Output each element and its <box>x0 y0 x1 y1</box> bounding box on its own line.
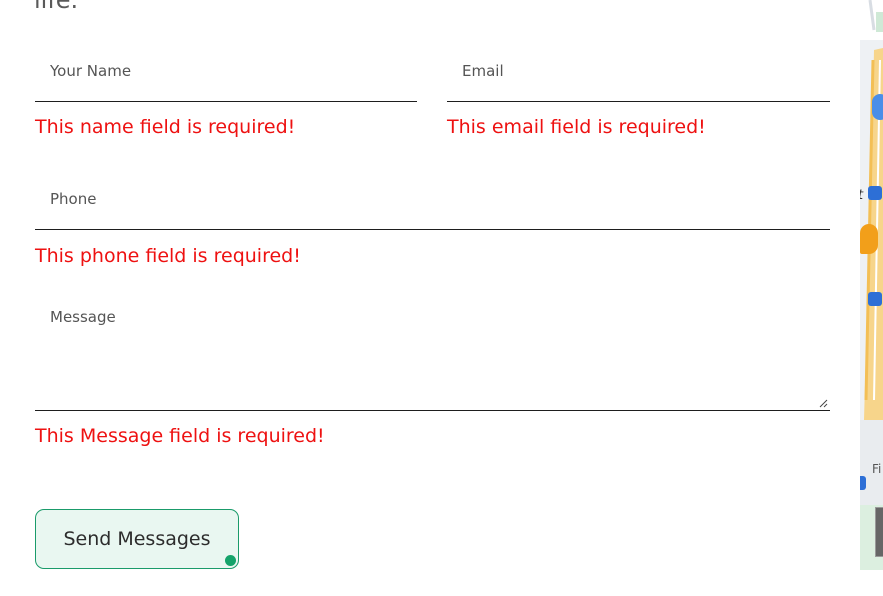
phone-input[interactable]: Phone <box>35 172 830 230</box>
phone-placeholder: Phone <box>50 190 97 208</box>
message-error: This Message field is required! <box>35 425 325 447</box>
place-pin-icon[interactable] <box>872 94 883 120</box>
message-textarea[interactable]: Message <box>35 290 830 411</box>
name-error: This name field is required! <box>35 116 296 138</box>
send-messages-label: Send Messages <box>63 528 211 550</box>
name-input[interactable]: Your Name <box>35 44 417 102</box>
name-placeholder: Your Name <box>50 62 132 80</box>
status-dot-icon <box>225 555 236 566</box>
intro-text-tail: life. <box>34 0 79 14</box>
phone-error: This phone field is required! <box>35 245 301 267</box>
send-messages-button[interactable]: Send Messages <box>35 509 239 569</box>
street-view-thumbnail[interactable] <box>875 507 883 557</box>
transit-stop-icon[interactable] <box>868 186 882 200</box>
email-input[interactable]: Email <box>447 44 830 102</box>
message-placeholder: Message <box>50 308 116 326</box>
transit-stop-icon-3[interactable] <box>860 476 866 490</box>
resize-handle-icon[interactable] <box>818 398 828 408</box>
bar-pin-icon[interactable] <box>860 224 878 254</box>
email-error: This email field is required! <box>447 116 706 138</box>
email-placeholder: Email <box>462 62 504 80</box>
map-embed[interactable]: t Fi <box>860 0 883 570</box>
map-label-fragment: t <box>860 188 863 203</box>
transit-stop-icon-2[interactable] <box>868 292 882 306</box>
map-street-label: Fi <box>872 462 882 476</box>
